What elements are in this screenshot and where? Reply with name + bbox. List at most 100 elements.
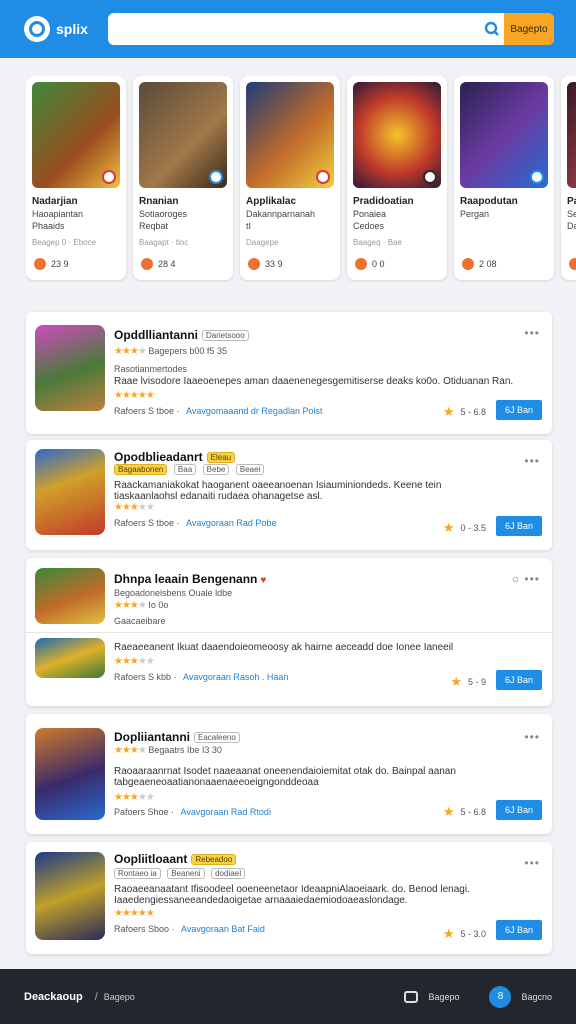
list-item[interactable]: Dhnpa leaain Bengenann ♥ Begoadoneisbens … [26,558,552,706]
game-thumbnail [353,82,441,188]
app-name: Opddlliantanni Darietsooo [114,328,249,342]
featured-card[interactable]: Rnanian Sotiaoroges Reqbat Baagapt · tlo… [133,76,233,280]
app-tag: Bebe [202,464,230,476]
list-item[interactable]: Opodblieadanrt Eleau Bagaabonen Baa Bebe … [26,440,552,550]
app-footer: Rafoers S tboe · Avavgomaaand dr Regadla… [114,406,323,416]
card-count: 2 08 [479,259,497,269]
get-button[interactable]: 6J Ban [496,400,542,420]
app-description: Raoaaraanrnat Isodet naaeaanat oneenenda… [114,766,456,788]
app-tag: Bagaabonen [114,464,168,476]
card-count: 23 9 [51,259,69,269]
featured-card[interactable]: Pam Sea Dam [561,76,576,280]
game-thumbnail [246,82,334,188]
app-footer: Rafoers S tboe · Avavgoraan Rad Pobe [114,518,277,528]
flame-icon [34,258,46,270]
card-subtitle: Cedoes [353,221,385,231]
rating-stars: ★★★★ [114,346,147,357]
search-button[interactable]: Bagepto [504,13,554,45]
developer-link[interactable]: Avavgoraan Rad Pobe [186,518,276,528]
app-tag: Darietsooo [202,330,249,342]
clock-icon [248,258,260,270]
more-options-icon[interactable]: ••• [524,326,540,340]
developer-link[interactable]: Avavgomaaand dr Regadlan Polst [186,406,322,416]
card-meta: Baageq · Bae [353,238,402,247]
card-footer: 2 08 [462,258,497,270]
footer-actions: Bagepo 8 Bagcno [404,985,552,1008]
app-description: Raackamaniakokat haoganent oaeeanoenan I… [114,480,442,502]
app-tag: Baa [173,464,197,476]
app-description: Raeaeeanent Ikuat daaendoieomeoosy ak ha… [114,642,454,653]
footer-link[interactable]: Bagepo [104,992,135,1002]
star-icon: ★ [442,404,455,419]
rating-stars: ★★★★★ [114,792,155,803]
app-tag: Beaneni [167,868,205,880]
game-thumbnail [139,82,227,188]
rating-stars-row: ★★★★★ [114,502,155,513]
card-footer [569,258,576,270]
app-subline: Gaacaeibare [114,616,166,626]
more-options-icon[interactable]: ••• [524,856,540,870]
app-score: ★ 5 - 6.8 [442,804,486,819]
app-footer: Pafoers Shoe · Avavgoraan Rad Rtodi [114,807,271,817]
card-subtitle: Haoapiantan [32,209,84,219]
window-icon[interactable] [404,990,419,1003]
game-thumbnail [32,82,120,188]
search-input[interactable] [107,13,480,45]
app-icon [35,325,105,411]
card-footer: 23 9 [34,258,69,270]
rating-stars: ★★★★★ [114,656,155,667]
featured-card[interactable]: Raapodutan Pergan 2 08 [454,76,554,280]
more-options-icon[interactable]: ••• [524,730,540,744]
featured-card[interactable]: Applikalac Dakannparnanah tI Daagepe 33 … [240,76,340,280]
bottom-bar: Deackaoup / Bagepo Bagepo 8 Bagcno [0,969,576,1024]
rating-row: ★★★★ Begaatrs Ibe I3 30 [114,745,222,756]
card-footer: 0 0 [355,258,385,270]
list-item[interactable]: Dopliiantanni Eacaleeno ★★★★ Begaatrs Ibe… [26,714,552,834]
app-score: ★ 0 - 3.5 [442,520,486,535]
rating-stars: ★★★★ [114,745,147,756]
flame-icon [569,258,576,270]
app-tag: Eleau [206,452,236,464]
list-item[interactable]: Opddlliantanni Darietsooo ★★★★ Bagepers b… [26,312,552,434]
app-icon [35,852,105,940]
search-bar: Bagepto [107,13,554,45]
more-options-icon[interactable]: ••• [524,454,540,468]
logo[interactable]: splix [24,16,88,42]
rating-stars-row: ★★★★★ [114,390,155,401]
app-tag: Beaei [235,464,265,476]
card-subtitle: Phaaids [32,221,65,231]
get-button[interactable]: 6J Ban [496,800,542,820]
card-title: Pam [567,196,576,207]
badge-icon [423,170,437,184]
developer-link[interactable]: Avavgoraan Rad Rtodi [181,807,271,817]
footer-action-label[interactable]: Bagcno [521,992,552,1002]
more-options-icon[interactable]: ○ ••• [512,572,540,586]
badge-icon [316,170,330,184]
featured-carousel: Nadarjian Haoapiantan Phaaids Beagep 0 ·… [26,76,576,282]
get-button[interactable]: 6J Ban [496,920,542,940]
developer-link[interactable]: Avavgoraan Rasoh . Haan [183,672,288,682]
app-name: Opodblieadanrt Eleau [114,450,236,464]
footer-action-label[interactable]: Bagepo [428,992,459,1002]
top-bar: splix Bagepto [0,0,576,58]
search-icon[interactable] [480,13,504,45]
rating-row: ★★★★ Bagepers b00 f5 35 [114,346,227,357]
card-footer: 33 9 [248,258,283,270]
badge-icon [530,170,544,184]
app-tag: Eacaleeno [194,732,240,744]
get-button[interactable]: 6J Ban [496,516,542,536]
logo-icon [24,16,50,42]
app-subline: Rasotianmertodes [114,364,188,374]
app-icon [35,728,105,820]
app-description: Raoaeeanaatant Ifisoodeel ooeneenetaor I… [114,884,470,906]
developer-link[interactable]: Avavgoraan Bat Faid [181,924,265,934]
user-icon[interactable]: 8 [489,985,512,1008]
get-button[interactable]: 6J Ban [496,670,542,690]
star-icon: ★ [442,926,455,941]
featured-card[interactable]: Pradidoatian Ponaiea Cedoes Baageq · Bae… [347,76,447,280]
heart-icon[interactable]: ♥ [260,575,266,586]
list-item[interactable]: Oopliitloaant Rebeadoo Rontaeo ia Beaneni… [26,842,552,954]
footer-brand[interactable]: Deackaoup [24,991,83,1003]
featured-card[interactable]: Nadarjian Haoapiantan Phaaids Beagep 0 ·… [26,76,126,280]
divider [26,632,552,633]
